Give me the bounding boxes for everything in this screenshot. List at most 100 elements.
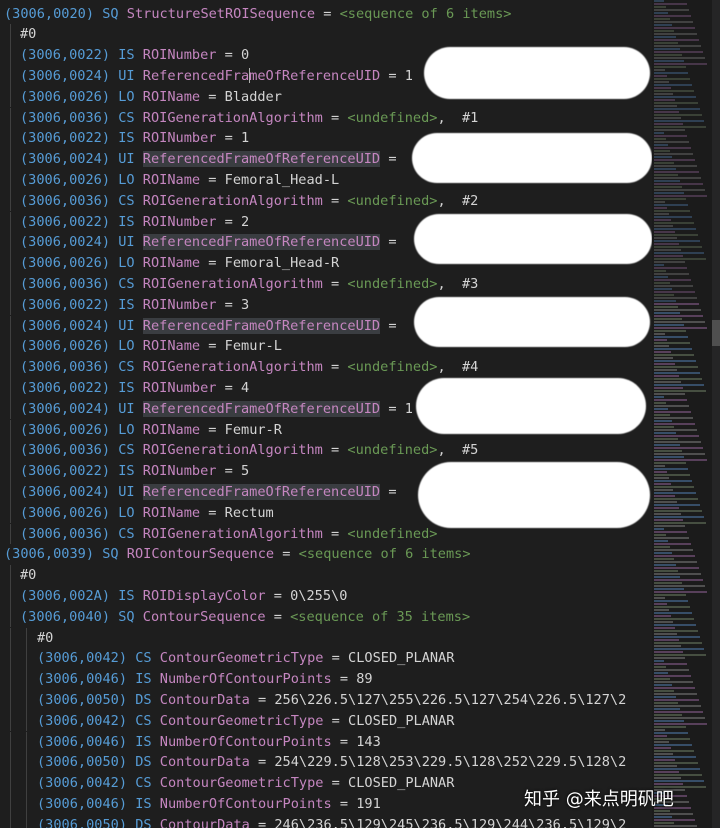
minimap-line [654,513,681,515]
code-line[interactable]: (3006,0036) CS ROIGenerationAlgorithm = … [10,523,437,545]
redaction-mark [416,378,646,434]
code-editor[interactable]: (3006,0020) SQ StructureSetROISequence =… [0,0,652,828]
code-line[interactable]: (3006,0042) CS ContourGeometricType = CL… [10,710,455,732]
code-line[interactable]: (3006,0046) IS NumberOfContourPoints = 8… [10,669,373,690]
code-line[interactable]: #0 [10,24,36,46]
minimap-line [654,711,703,713]
value-representation: SQ [118,608,135,625]
element-name: ROIGenerationAlgorithm [142,192,323,209]
code-line[interactable]: (3006,0050) DS ContourData = 254\229.5\1… [10,752,626,774]
minimap-line [654,498,698,500]
code-line[interactable]: (3006,0022) IS ROINumber = 5 [10,461,249,482]
code-line[interactable]: (3006,0020) SQ StructureSetROISequence =… [4,4,511,25]
code-line[interactable]: (3006,0026) LO ROIName = Femoral_Head-L [10,169,339,191]
minimap-line [654,66,686,68]
minimap-line [654,255,683,257]
value-representation: CS [135,775,152,792]
minimap-line [654,462,686,464]
value-representation: CS [118,192,135,209]
sequence-note: <sequence of 35 items> [290,608,471,625]
element-name: ROINumber [142,296,217,313]
code-line[interactable]: (3006,0036) CS ROIGenerationAlgorithm = … [10,440,478,462]
minimap-line [654,234,698,236]
minimap-line [654,642,702,644]
element-value: Femoral_Head-R [224,255,340,272]
value-representation: SQ [102,5,119,22]
minimap-line [654,666,666,668]
minimap-line [654,468,688,470]
value-representation: IS [118,47,135,64]
code-line[interactable]: (3006,0026) LO ROIName = Femur-L [10,336,282,358]
dicom-tag: (3006,0026) [20,421,111,438]
scrollbar-thumb[interactable] [712,320,720,346]
minimap-line [654,135,687,137]
minimap-line [654,408,668,410]
code-line[interactable]: (3006,0036) CS ROIGenerationAlgorithm = … [10,273,478,295]
code-line[interactable]: (3006,0036) CS ROIGenerationAlgorithm = … [10,357,478,378]
equals-sign: = [331,192,340,209]
code-line[interactable]: (3006,0024) UI ReferencedFrameOfReferenc… [10,398,413,420]
minimap-line [654,486,694,488]
value-representation: LO [118,171,135,188]
code-line[interactable]: (3006,0050) DS ContourData = 256\226.5\1… [10,689,626,711]
equals-sign: = [224,463,233,480]
value-representation: CS [118,109,135,126]
dicom-tag: (3006,0042) [37,775,128,792]
minimap-line [654,477,669,479]
minimap-line [654,351,671,353]
minimap-line [654,603,667,605]
code-line[interactable]: (3006,002A) IS ROIDisplayColor = 0\255\0 [10,585,347,607]
minimap-line [654,315,703,317]
code-line[interactable]: (3006,0046) IS NumberOfContourPoints = 1… [10,793,381,815]
code-line[interactable]: (3006,0036) CS ROIGenerationAlgorithm = … [10,190,478,212]
minimap-line [654,567,699,569]
code-line[interactable]: (3006,0024) UI ReferencedFrameOfReferenc… [10,481,405,503]
code-line[interactable]: (3006,0042) CS ContourGeometricType = CL… [10,773,454,794]
code-line[interactable]: (3006,0040) SQ ContourSequence = <sequen… [10,606,471,628]
code-line[interactable]: (3006,0024) UI ReferencedFrameOfReferenc… [10,315,405,337]
minimap[interactable] [652,0,720,828]
code-line[interactable]: (3006,0022) IS ROINumber = 3 [10,294,250,316]
dicom-tag: (3006,0050) [37,816,128,828]
dicom-tag: (3006,0050) [37,754,128,771]
element-value: CLOSED_PLANAR [348,712,455,729]
code-line[interactable]: (3006,0039) SQ ROIContourSequence = <seq… [4,544,471,565]
code-line[interactable]: (3006,0026) LO ROIName = Femoral_Head-R [10,253,340,274]
code-line[interactable]: (3006,0022) IS ROINumber = 4 [10,377,249,399]
minimap-line [654,546,670,548]
code-line[interactable]: (3006,0024) UI ReferencedFrameOfReferenc… [10,65,413,87]
code-line[interactable]: #0 [10,565,36,586]
dicom-tag: (3006,0036) [20,442,111,459]
code-line[interactable]: #0 [10,627,53,649]
code-line[interactable]: (3006,0022) IS ROINumber = 0 [10,45,249,66]
vertical-scrollbar[interactable] [712,0,720,828]
minimap-line [654,357,673,359]
minimap-line [654,336,688,338]
minimap-line [654,393,685,395]
element-name: ROINumber [142,379,217,396]
code-line[interactable]: (3006,0026) LO ROIName = Rectum [10,502,274,524]
code-line[interactable]: (3006,0024) UI ReferencedFrameOfReferenc… [10,149,405,170]
equals-sign: = [224,47,233,64]
code-line[interactable]: (3006,0046) IS NumberOfContourPoints = 1… [10,731,381,753]
minimap-line [654,606,690,608]
equals-sign: = [273,608,282,625]
code-line[interactable]: (3006,0026) LO ROIName = Femur-R [10,419,282,441]
element-name: ContourGeometricType [159,712,324,729]
code-line[interactable]: (3006,0036) CS ROIGenerationAlgorithm = … [10,107,478,129]
equals-sign: = [331,712,340,729]
code-line[interactable]: (3006,0026) LO ROIName = Bladder [10,86,282,108]
code-line[interactable]: (3006,0022) IS ROINumber = 1 [10,128,249,150]
minimap-line [654,738,690,740]
minimap-line [654,471,667,473]
minimap-line [654,120,704,122]
element-value: 3 [241,296,250,313]
code-line[interactable]: (3006,0024) UI ReferencedFrameOfReferenc… [10,232,405,254]
minimap-line [654,456,684,458]
code-line[interactable]: (3006,0042) CS ContourGeometricType = CL… [10,648,454,670]
minimap-line [654,384,704,386]
code-line[interactable]: (3006,0022) IS ROINumber = 2 [10,211,249,233]
value-representation: LO [118,338,135,355]
code-line[interactable]: (3006,0050) DS ContourData = 246\236.5\1… [10,814,626,828]
dicom-tag: (3006,0026) [20,338,111,355]
